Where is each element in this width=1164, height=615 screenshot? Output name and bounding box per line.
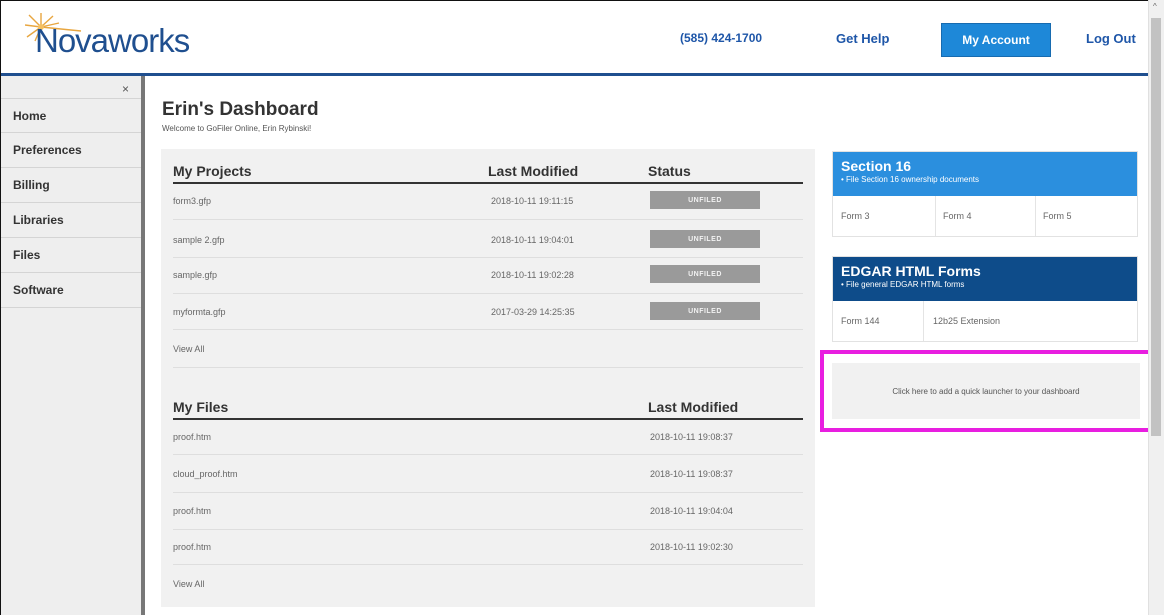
log-out-link[interactable]: Log Out — [1086, 31, 1136, 46]
file-name[interactable]: proof.htm — [173, 542, 211, 552]
row-divider — [173, 219, 803, 220]
project-name[interactable]: myformta.gfp — [173, 307, 226, 317]
status-badge: UNFILED — [650, 191, 760, 209]
files-view-all-link[interactable]: View All — [173, 579, 204, 589]
launcher-forms: Form 3 Form 4 Form 5 — [833, 196, 1137, 236]
scroll-up-icon[interactable]: ^ — [1153, 2, 1157, 11]
status-badge: UNFILED — [650, 230, 760, 248]
column-header-status[interactable]: Status — [648, 163, 691, 179]
top-header: Novaworks (585) 424-1700 Get Help My Acc… — [1, 1, 1148, 76]
phone-number: (585) 424-1700 — [680, 31, 763, 45]
status-badge: UNFILED — [650, 265, 760, 283]
file-name[interactable]: proof.htm — [173, 506, 211, 516]
file-name[interactable]: proof.htm — [173, 432, 211, 442]
project-modified: 2018-10-11 19:11:15 — [491, 196, 574, 206]
project-modified: 2018-10-11 19:04:01 — [491, 235, 574, 245]
form-144-link[interactable]: Form 144 — [841, 316, 880, 326]
logo-text: Novaworks — [35, 22, 190, 59]
row-divider — [173, 454, 803, 455]
status-badge: UNFILED — [650, 302, 760, 320]
launcher-subtitle: • File general EDGAR HTML forms — [841, 280, 965, 289]
sidebar-item-files[interactable]: Files — [1, 238, 141, 273]
column-header-last-modified[interactable]: Last Modified — [488, 163, 578, 179]
row-divider — [173, 492, 803, 493]
form-3-link[interactable]: Form 3 — [841, 211, 870, 221]
file-modified: 2018-10-11 19:08:37 — [650, 432, 733, 442]
add-quick-launcher-button[interactable]: Click here to add a quick launcher to yo… — [832, 363, 1140, 419]
sidebar-item-billing[interactable]: Billing — [1, 168, 141, 203]
file-name[interactable]: cloud_proof.htm — [173, 469, 238, 479]
sidebar-item-home[interactable]: Home — [1, 98, 141, 133]
add-launcher-highlight: Click here to add a quick launcher to yo… — [820, 350, 1152, 432]
vertical-scrollbar[interactable]: ^ — [1148, 0, 1164, 615]
column-header-files-last-modified[interactable]: Last Modified — [648, 399, 738, 415]
my-account-button[interactable]: My Account — [941, 23, 1051, 57]
sidebar: × Home Preferences Billing Libraries Fil… — [1, 76, 145, 615]
row-divider — [173, 564, 803, 565]
launcher-subtitle: • File Section 16 ownership documents — [841, 175, 979, 184]
file-modified: 2018-10-11 19:02:30 — [650, 542, 733, 552]
launcher-title: Section 16 — [841, 158, 912, 174]
row-divider — [173, 293, 803, 294]
project-name[interactable]: sample 2.gfp — [173, 235, 225, 245]
form-5-link[interactable]: Form 5 — [1043, 211, 1072, 221]
scroll-thumb[interactable] — [1151, 18, 1161, 436]
launcher-edgar-html-forms: EDGAR HTML Forms • File general EDGAR HT… — [832, 256, 1138, 342]
divider — [1035, 196, 1036, 236]
12b25-extension-link[interactable]: 12b25 Extension — [933, 316, 1000, 326]
column-header-my-projects[interactable]: My Projects — [173, 163, 252, 179]
sidebar-item-preferences[interactable]: Preferences — [1, 133, 141, 168]
project-modified: 2018-10-11 19:02:28 — [491, 270, 574, 280]
page-title: Erin's Dashboard — [162, 99, 319, 120]
launcher-forms: Form 144 12b25 Extension — [833, 301, 1137, 341]
sidebar-nav: Home Preferences Billing Libraries Files… — [1, 98, 141, 308]
welcome-text: Welcome to GoFiler Online, Erin Rybinski… — [162, 124, 312, 133]
launcher-section-16: Section 16 • File Section 16 ownership d… — [832, 151, 1138, 237]
project-modified: 2017-03-29 14:25:35 — [491, 307, 575, 317]
project-name[interactable]: form3.gfp — [173, 196, 211, 206]
projects-files-panel: My Projects Last Modified Status form3.g… — [161, 149, 815, 607]
file-modified: 2018-10-11 19:08:37 — [650, 469, 733, 479]
form-4-link[interactable]: Form 4 — [943, 211, 972, 221]
project-name[interactable]: sample.gfp — [173, 270, 217, 280]
launcher-header[interactable]: Section 16 • File Section 16 ownership d… — [833, 152, 1137, 196]
sidebar-item-libraries[interactable]: Libraries — [1, 203, 141, 238]
launcher-header[interactable]: EDGAR HTML Forms • File general EDGAR HT… — [833, 257, 1137, 301]
get-help-link[interactable]: Get Help — [836, 31, 889, 46]
file-modified: 2018-10-11 19:04:04 — [650, 506, 733, 516]
divider — [935, 196, 936, 236]
row-divider — [173, 529, 803, 530]
projects-view-all-link[interactable]: View All — [173, 344, 204, 354]
column-header-my-files[interactable]: My Files — [173, 399, 228, 415]
row-divider — [173, 367, 803, 368]
header-divider — [173, 418, 803, 420]
header-divider — [173, 182, 803, 184]
novaworks-logo[interactable]: Novaworks — [25, 13, 215, 63]
sidebar-item-software[interactable]: Software — [1, 273, 141, 308]
row-divider — [173, 329, 803, 330]
close-icon[interactable]: × — [122, 82, 129, 96]
divider — [923, 301, 924, 341]
row-divider — [173, 257, 803, 258]
launcher-title: EDGAR HTML Forms — [841, 263, 981, 279]
